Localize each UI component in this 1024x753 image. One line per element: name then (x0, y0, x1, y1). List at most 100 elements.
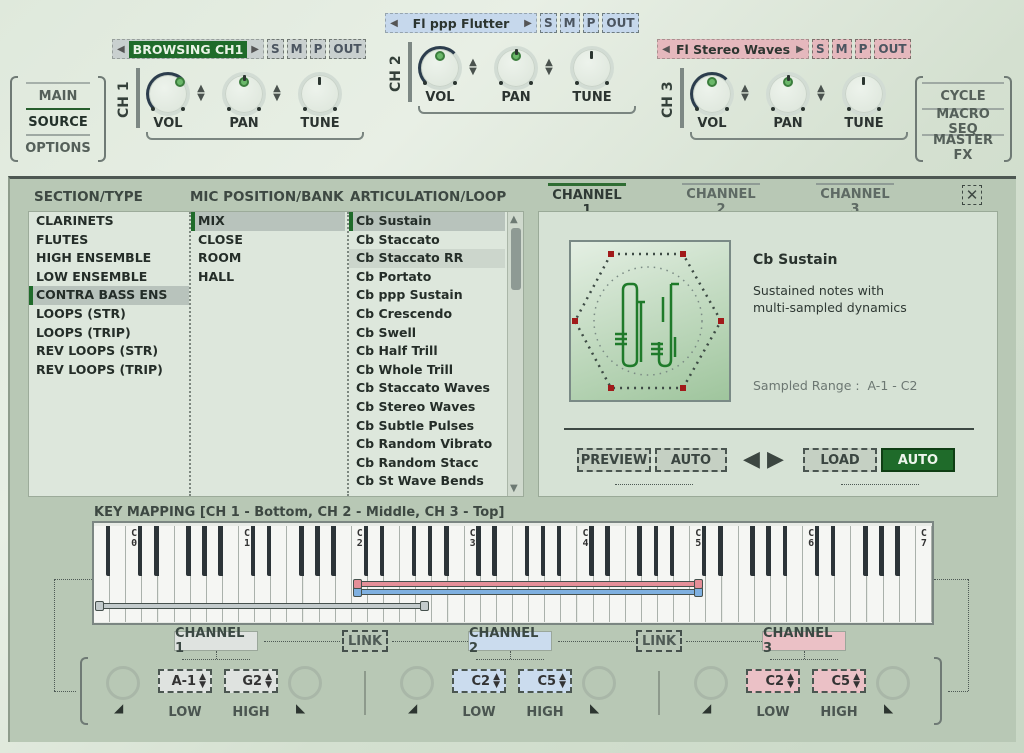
nav-cycle[interactable]: CYCLE (922, 82, 1004, 108)
fade-in-knob[interactable] (694, 666, 728, 700)
mute-button[interactable]: M (286, 39, 307, 59)
stepper-icon[interactable]: ▲ ▼ (787, 673, 794, 690)
mute-button[interactable]: M (831, 39, 852, 59)
preview-auto-button[interactable]: AUTO (655, 448, 727, 472)
stepper-icon[interactable]: ▲ ▼ (559, 673, 566, 690)
pan-knob[interactable] (766, 72, 810, 116)
next-preset-icon[interactable]: ▶ (792, 44, 808, 55)
range-low-handle[interactable] (95, 601, 104, 611)
solo-button[interactable]: S (267, 39, 284, 59)
list-item[interactable]: Cb Crescendo (349, 305, 505, 324)
preset-selector-ch1[interactable]: ◀ BROWSING CH1 ▶ (112, 39, 264, 59)
white-key[interactable] (787, 526, 804, 622)
list-item[interactable]: Cb St Wave Bends (349, 472, 505, 491)
low-note-spinner[interactable]: A-1 ▲ ▼ (158, 669, 212, 693)
solo-button[interactable]: S (812, 39, 829, 59)
pan-stepper-icon[interactable]: ▲ ▼ (816, 84, 826, 103)
list-item[interactable]: REV LOOPS (STR) (29, 342, 189, 361)
next-icon[interactable]: ▶ (767, 448, 784, 472)
stepper-icon[interactable]: ▲ ▼ (199, 673, 206, 690)
stepper-icon[interactable]: ▲ ▼ (265, 673, 272, 690)
pan-stepper-icon[interactable]: ▲ ▼ (544, 58, 554, 77)
list-item[interactable]: Cb Subtle Pulses (349, 417, 505, 436)
range-low-handle[interactable] (352, 579, 362, 589)
output-button[interactable]: OUT (329, 39, 366, 59)
close-icon[interactable]: ✕ (962, 185, 982, 205)
white-key[interactable] (496, 526, 513, 622)
purge-button[interactable]: P (854, 39, 872, 59)
keyboard[interactable]: C 0C 1C 2C 3C 4C 5C 6C 7 (92, 521, 934, 625)
mute-button[interactable]: M (559, 13, 580, 33)
nav-source[interactable]: SOURCE (26, 108, 90, 134)
white-key[interactable] (674, 526, 691, 622)
prev-preset-icon[interactable]: ◀ (386, 18, 402, 29)
fade-out-knob[interactable] (876, 666, 910, 700)
load-auto-button[interactable]: AUTO (881, 448, 955, 472)
link-button[interactable]: LINK (636, 630, 682, 652)
fade-in-knob[interactable] (400, 666, 434, 700)
range-high-handle[interactable] (420, 601, 430, 611)
load-button[interactable]: LOAD (803, 448, 877, 472)
list-item[interactable]: LOOPS (STR) (29, 305, 189, 324)
key-range-ch1[interactable] (95, 601, 430, 611)
list-item[interactable]: ROOM (191, 249, 345, 268)
list-item[interactable]: LOOPS (TRIP) (29, 324, 189, 343)
key-range-ch3[interactable] (352, 579, 704, 589)
scroll-down-icon[interactable]: ▼ (510, 483, 518, 494)
list-item[interactable]: Cb Sustain (349, 212, 505, 231)
nav-main[interactable]: MAIN (26, 82, 90, 108)
high-note-spinner[interactable]: G2 ▲ ▼ (224, 669, 278, 693)
tune-knob[interactable] (570, 46, 614, 90)
list-item[interactable]: Cb Staccato Waves (349, 379, 505, 398)
solo-button[interactable]: S (540, 13, 557, 33)
vol-stepper-icon[interactable]: ▲ ▼ (468, 58, 478, 77)
list-item[interactable]: Cb Half Trill (349, 342, 505, 361)
purge-button[interactable]: P (582, 13, 600, 33)
nav-macro-seq[interactable]: MACRO SEQ (922, 107, 1004, 137)
list-item[interactable]: CLOSE (191, 231, 345, 250)
range-high-handle[interactable] (694, 579, 704, 589)
high-note-spinner[interactable]: C5 ▲ ▼ (812, 669, 866, 693)
list-item[interactable]: Cb Whole Trill (349, 361, 505, 380)
list-item[interactable]: Cb Random Vibrato (349, 435, 505, 454)
link-button[interactable]: LINK (342, 630, 388, 652)
tune-knob[interactable] (842, 72, 886, 116)
nav-master-fx[interactable]: MASTER FX (922, 133, 1004, 163)
list-item[interactable]: Cb Staccato (349, 231, 505, 250)
low-note-spinner[interactable]: C2 ▲ ▼ (452, 669, 506, 693)
white-key[interactable] (835, 526, 852, 622)
list-item[interactable]: REV LOOPS (TRIP) (29, 361, 189, 380)
pan-stepper-icon[interactable]: ▲ ▼ (272, 84, 282, 103)
output-button[interactable]: OUT (874, 39, 911, 59)
vol-stepper-icon[interactable]: ▲ ▼ (196, 84, 206, 103)
vol-knob[interactable] (690, 72, 734, 116)
list-item[interactable]: CONTRA BASS ENS (29, 286, 189, 305)
list-item[interactable]: LOW ENSEMBLE (29, 268, 189, 287)
pan-knob[interactable] (222, 72, 266, 116)
key-range-ch2[interactable] (352, 587, 704, 597)
list-item[interactable]: FLUTES (29, 231, 189, 250)
list-item[interactable]: Cb Swell (349, 324, 505, 343)
prev-preset-icon[interactable]: ◀ (658, 44, 674, 55)
list-item[interactable]: Cb Portato (349, 268, 505, 287)
next-preset-icon[interactable]: ▶ (247, 44, 263, 55)
white-key[interactable] (448, 526, 465, 622)
list-item[interactable]: Cb Staccato RR (349, 249, 505, 268)
scrollbar-thumb[interactable] (511, 228, 521, 290)
high-note-spinner[interactable]: C5 ▲ ▼ (518, 669, 572, 693)
nav-options[interactable]: OPTIONS (25, 134, 91, 160)
list-item[interactable]: Cb ppp Sustain (349, 286, 505, 305)
white-key[interactable] (609, 526, 626, 622)
fade-out-knob[interactable] (288, 666, 322, 700)
list-item[interactable]: Cb Random Stacc (349, 454, 505, 473)
tune-knob[interactable] (298, 72, 342, 116)
pan-knob[interactable] (494, 46, 538, 90)
scroll-up-icon[interactable]: ▲ (510, 214, 518, 225)
vol-knob[interactable] (418, 46, 462, 90)
vol-stepper-icon[interactable]: ▲ ▼ (740, 84, 750, 103)
list-item[interactable]: HALL (191, 268, 345, 287)
preview-button[interactable]: PREVIEW (577, 448, 651, 472)
fade-out-knob[interactable] (582, 666, 616, 700)
white-key[interactable] (561, 526, 578, 622)
next-preset-icon[interactable]: ▶ (520, 18, 536, 29)
